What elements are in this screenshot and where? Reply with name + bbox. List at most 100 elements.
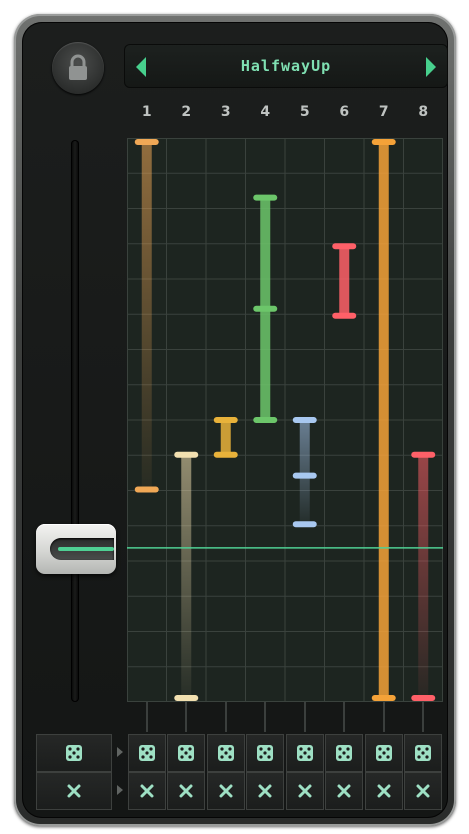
clear-column-8-button[interactable] — [404, 772, 442, 810]
column-3-bar — [220, 420, 231, 455]
slider-indicator — [58, 547, 114, 551]
column-number-3: 3 — [220, 104, 231, 120]
column-2-bottom-handle — [174, 695, 199, 701]
column-1-bottom-handle — [134, 486, 159, 493]
dice-icon — [296, 744, 314, 762]
x-icon — [415, 783, 431, 799]
next-preset-button[interactable] — [420, 54, 442, 80]
row-arrow — [117, 785, 123, 795]
clear-column-2-button[interactable] — [167, 772, 205, 810]
dice-icon — [177, 744, 195, 762]
column-8-range — [411, 451, 436, 701]
dice-icon — [138, 744, 156, 762]
column-1-bar — [141, 142, 152, 490]
column-4-top-handle — [253, 194, 278, 201]
column-2-bar — [181, 454, 192, 698]
column-number-2: 2 — [181, 104, 192, 120]
column-connector — [145, 702, 148, 732]
x-icon — [218, 783, 234, 799]
x-icon — [376, 783, 392, 799]
padlock-icon — [69, 54, 87, 80]
column-connector — [422, 702, 425, 732]
dice-icon — [217, 744, 235, 762]
column-8-top-handle — [411, 451, 436, 458]
x-icon — [178, 783, 194, 799]
grid-lines — [127, 138, 443, 702]
dice-icon — [256, 744, 274, 762]
randomize-column-3-button[interactable] — [206, 734, 245, 772]
dice-icon — [375, 744, 393, 762]
column-number-4: 4 — [260, 104, 271, 120]
x-icon — [336, 783, 352, 799]
column-6-bar — [339, 246, 350, 316]
column-7-bar — [378, 142, 389, 698]
randomize-column-8-button[interactable] — [404, 734, 442, 772]
column-8-bottom-handle — [411, 695, 436, 701]
row-arrow — [117, 747, 123, 757]
master-slider-track[interactable] — [71, 140, 79, 702]
triangle-right-icon — [426, 57, 436, 77]
randomize-column-7-button[interactable] — [364, 734, 403, 772]
column-connector — [343, 702, 346, 732]
dice-icon — [65, 744, 83, 762]
column-2-top-handle — [174, 451, 199, 458]
x-icon — [139, 783, 155, 799]
column-1-top-handle — [134, 139, 159, 145]
column-3-top-handle — [213, 417, 238, 423]
column-2-range — [174, 451, 199, 701]
master-slider-handle[interactable] — [36, 524, 116, 574]
column-5-bottom-handle — [292, 521, 317, 528]
slider-slot — [50, 538, 114, 560]
column-5-range — [292, 417, 317, 528]
clear-column-7-button[interactable] — [364, 772, 403, 810]
column-connector — [303, 702, 306, 732]
preset-name: HalfwayUp — [240, 57, 332, 75]
randomize-column-5-button[interactable] — [285, 734, 324, 772]
column-3-bottom-handle — [213, 451, 238, 458]
column-1-range — [134, 139, 159, 493]
x-icon — [66, 783, 82, 799]
dice-icon — [335, 744, 353, 762]
column-5-top-handle — [292, 417, 317, 423]
column-number-1: 1 — [141, 104, 152, 120]
column-4-bottom-handle — [253, 417, 278, 423]
clear-column-6-button[interactable] — [325, 772, 363, 810]
randomize-column-4-button[interactable] — [246, 734, 284, 772]
column-connector — [185, 702, 188, 732]
dice-icon — [414, 744, 432, 762]
randomize-column-1-button[interactable] — [127, 734, 166, 772]
column-5-mid-handle — [292, 472, 317, 479]
preset-selector: HalfwayUp — [124, 44, 448, 88]
x-icon — [297, 783, 313, 799]
clear-column-1-button[interactable] — [127, 772, 166, 810]
column-8-bar — [418, 454, 429, 698]
triangle-left-icon — [136, 57, 146, 77]
column-7-bottom-handle — [371, 695, 396, 701]
x-icon — [257, 783, 273, 799]
column-connector — [382, 702, 385, 732]
randomize-column-6-button[interactable] — [325, 734, 363, 772]
clear-column-4-button[interactable] — [246, 772, 284, 810]
clear-all-button[interactable] — [36, 772, 112, 810]
column-number-5: 5 — [299, 104, 310, 120]
column-6-range — [332, 243, 357, 319]
column-7-top-handle — [371, 139, 396, 145]
clear-column-5-button[interactable] — [285, 772, 324, 810]
column-connector — [224, 702, 227, 732]
column-6-bottom-handle — [332, 312, 357, 319]
column-number-7: 7 — [378, 104, 389, 120]
lock-button[interactable] — [52, 42, 104, 94]
column-6-top-handle — [332, 243, 357, 250]
column-3-range — [213, 417, 238, 458]
column-number-6: 6 — [339, 104, 350, 120]
column-connector — [264, 702, 267, 732]
randomize-all-button[interactable] — [36, 734, 112, 772]
column-number-8: 8 — [418, 104, 429, 120]
column-5-bar — [299, 420, 310, 525]
prev-preset-button[interactable] — [130, 54, 152, 80]
column-bars[interactable] — [127, 138, 443, 702]
randomize-column-2-button[interactable] — [167, 734, 205, 772]
clear-column-3-button[interactable] — [206, 772, 245, 810]
column-4-mid-handle — [253, 305, 278, 312]
column-4-range — [253, 194, 278, 423]
